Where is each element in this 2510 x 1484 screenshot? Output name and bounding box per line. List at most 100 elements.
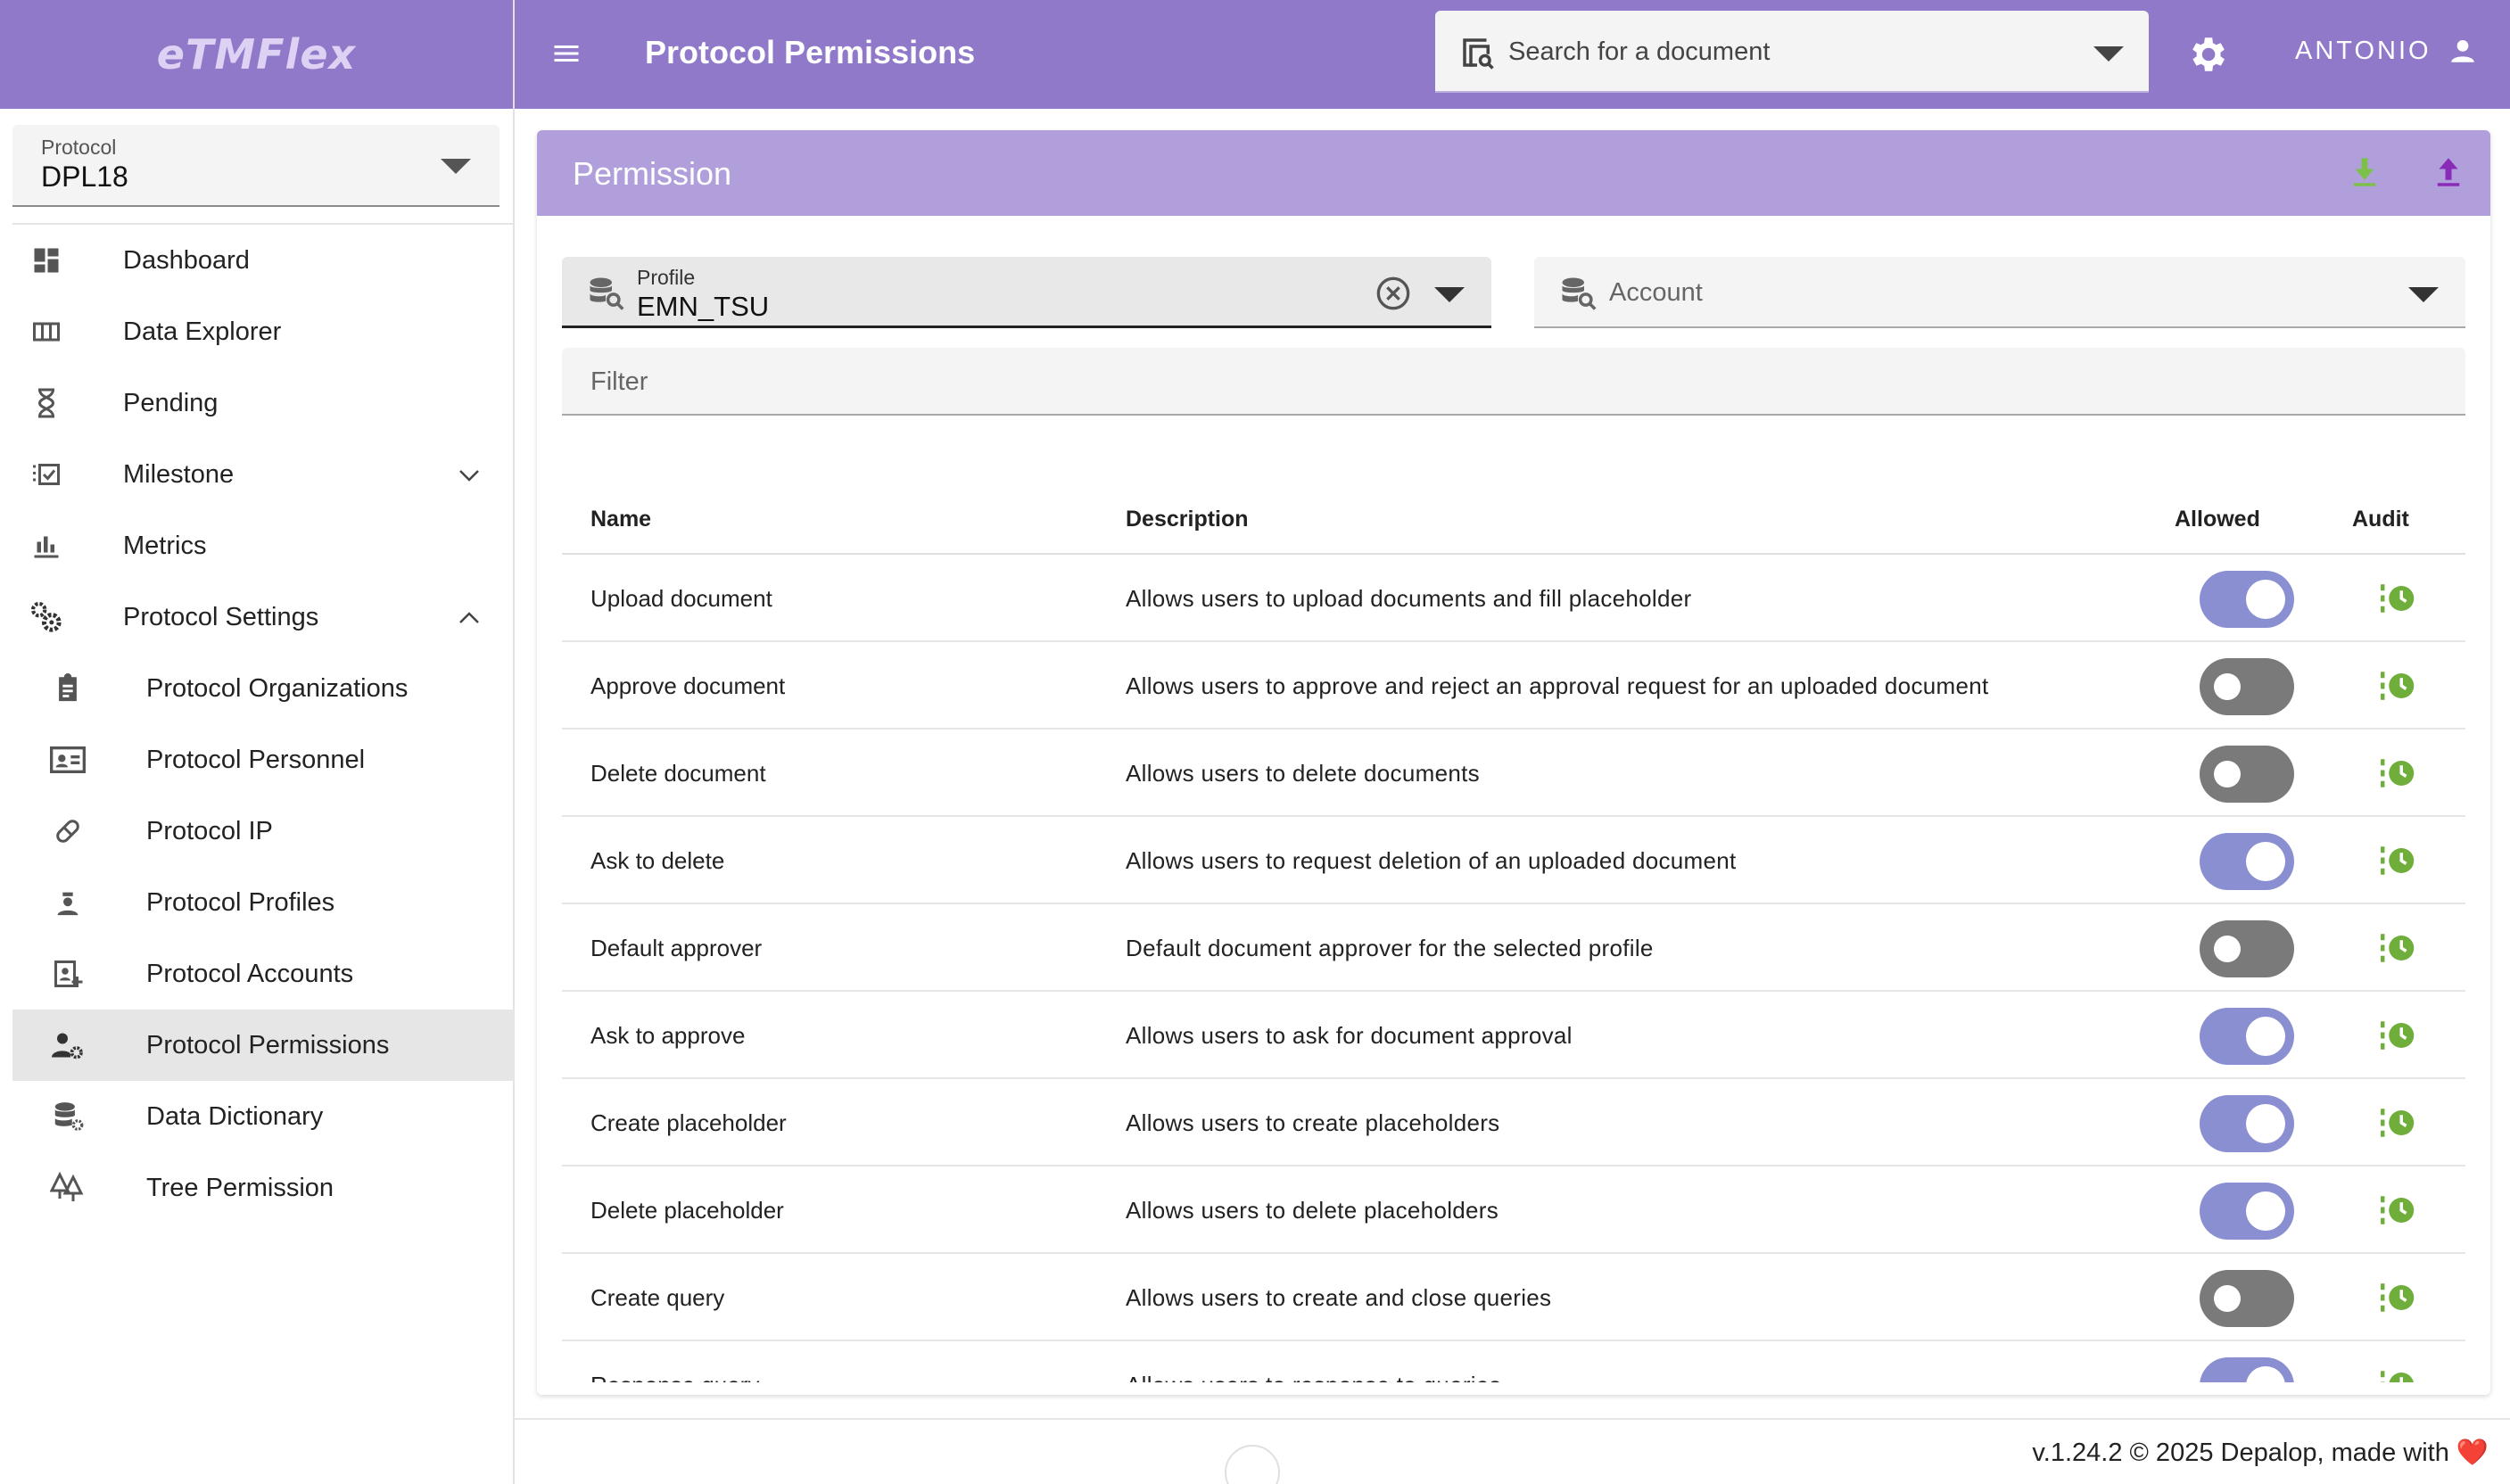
top-bar: Protocol Permissions Search for a docume… (515, 0, 2510, 109)
audit-history-icon[interactable] (2376, 667, 2417, 705)
sidebar-item-metrics[interactable]: Metrics (12, 510, 515, 581)
audit-history-icon[interactable] (2376, 754, 2417, 792)
sidebar-item-protocol-permissions[interactable]: Protocol Permissions (12, 1010, 515, 1081)
person-badge-icon (50, 885, 86, 920)
allowed-toggle[interactable] (2200, 658, 2294, 715)
sidebar-nav: Dashboard Data Explorer Pending Mileston… (12, 225, 515, 1224)
audit-history-icon[interactable] (2376, 1017, 2417, 1054)
caret-down-icon[interactable] (2093, 46, 2124, 62)
permission-name: Default approver (590, 935, 763, 961)
sidebar-item-label: Protocol Permissions (146, 1030, 390, 1059)
logo-bar: eTMFlex (0, 0, 513, 109)
toggle-knob (2214, 761, 2241, 787)
allowed-toggle[interactable] (2200, 1095, 2294, 1152)
dashboard-icon (29, 243, 64, 278)
sidebar-item-label: Protocol IP (146, 816, 273, 845)
column-header-audit[interactable]: Audit (2352, 507, 2409, 532)
allowed-toggle[interactable] (2200, 1270, 2294, 1327)
toggle-knob (2246, 842, 2285, 881)
page-title: Protocol Permissions (645, 34, 976, 70)
caret-down-icon[interactable] (2408, 287, 2439, 302)
sidebar-item-pending[interactable]: Pending (12, 367, 515, 439)
sidebar-item-protocol-ip[interactable]: Protocol IP (12, 796, 515, 867)
footer: v.1.24.2 © 2025 Depalop, made with ❤️ (515, 1418, 2510, 1484)
audit-history-icon[interactable] (2376, 929, 2417, 967)
sidebar-item-protocol-personnel[interactable]: Protocol Personnel (12, 724, 515, 796)
audit-history-icon[interactable] (2376, 1366, 2417, 1382)
permission-name: Ask to approve (590, 1022, 746, 1049)
sidebar: eTMFlex Protocol DPL18 Dashboard Data Ex… (0, 0, 515, 1484)
column-header-description[interactable]: Description (1126, 507, 1249, 532)
table-row: Approve document Allows users to approve … (562, 642, 2465, 730)
menu-icon[interactable] (550, 37, 582, 70)
audit-history-icon[interactable] (2376, 1279, 2417, 1316)
document-search[interactable]: Search for a document (1435, 11, 2149, 93)
sidebar-item-label: Dashboard (123, 245, 250, 275)
permission-description: Allows users to request deletion of an u… (1126, 847, 1737, 874)
allowed-toggle[interactable] (2200, 1183, 2294, 1240)
sidebar-item-label: Milestone (123, 459, 235, 489)
allowed-toggle[interactable] (2200, 1357, 2294, 1382)
download-icon[interactable] (2346, 153, 2383, 191)
id-card-icon (50, 742, 86, 778)
audit-history-icon[interactable] (2376, 1104, 2417, 1142)
permission-name: Ask to delete (590, 847, 725, 874)
permission-description: Allows users to approve and reject an ap… (1126, 672, 1989, 699)
profile-label: Profile (637, 266, 696, 289)
sidebar-item-protocol-organizations[interactable]: Protocol Organizations (12, 653, 515, 724)
profile-select[interactable]: Profile EMN_TSU (562, 257, 1491, 328)
upload-icon[interactable] (2430, 153, 2467, 191)
pill-icon (50, 813, 86, 849)
footer-logo (1225, 1445, 1280, 1484)
account-select[interactable]: Account (1534, 257, 2465, 328)
allowed-toggle[interactable] (2200, 1008, 2294, 1065)
table-row: Ask to delete Allows users to request del… (562, 817, 2465, 904)
column-header-name[interactable]: Name (590, 507, 651, 532)
permission-description: Allows users to ask for document approva… (1126, 1022, 1573, 1049)
column-header-allowed[interactable]: Allowed (2175, 507, 2260, 532)
checklist-icon (29, 457, 64, 492)
audit-history-icon[interactable] (2376, 1191, 2417, 1229)
card-header: Permission (537, 130, 2490, 216)
clear-icon[interactable] (1375, 276, 1411, 311)
permission-name: Delete document (590, 760, 766, 787)
toggle-knob (2246, 1366, 2285, 1382)
table-body: Upload document Allows users to upload do… (562, 555, 2465, 1382)
filter-input[interactable]: Filter (562, 348, 2465, 416)
filter-placeholder: Filter (590, 367, 648, 396)
sidebar-item-protocol-settings[interactable]: Protocol Settings (12, 581, 515, 653)
footer-text: v.1.24.2 © 2025 Depalop, made with ❤️ (2032, 1439, 2489, 1467)
chevron-down-icon[interactable] (456, 462, 483, 489)
sidebar-item-data-dictionary[interactable]: Data Dictionary (12, 1081, 515, 1152)
caret-down-icon (441, 159, 471, 174)
sidebar-item-tree-permission[interactable]: Tree Permission (12, 1152, 515, 1224)
protocol-select[interactable]: Protocol DPL18 (12, 125, 500, 207)
permission-description: Allows users to upload documents and fil… (1126, 585, 1692, 612)
audit-history-icon[interactable] (2376, 580, 2417, 617)
user-menu[interactable]: ANTONIO (2295, 36, 2478, 66)
chevron-up-icon[interactable] (456, 605, 483, 631)
app-logo[interactable]: eTMFlex (157, 30, 356, 78)
allowed-toggle[interactable] (2200, 833, 2294, 890)
permission-name: Approve document (590, 672, 786, 699)
sidebar-item-protocol-profiles[interactable]: Protocol Profiles (12, 867, 515, 938)
allowed-toggle[interactable] (2200, 746, 2294, 803)
permission-description: Allows users to delete placeholders (1126, 1197, 1499, 1224)
toggle-knob (2246, 1191, 2285, 1231)
toggle-knob (2246, 1104, 2285, 1143)
toggle-knob (2246, 1017, 2285, 1056)
permission-name: Upload document (590, 585, 772, 612)
gear-icon[interactable] (2184, 32, 2229, 77)
allowed-toggle[interactable] (2200, 920, 2294, 977)
allowed-toggle[interactable] (2200, 571, 2294, 628)
sidebar-item-dashboard[interactable]: Dashboard (12, 225, 515, 296)
sidebar-item-data-explorer[interactable]: Data Explorer (12, 296, 515, 367)
sidebar-item-label: Pending (123, 388, 219, 417)
table-row: Ask to approve Allows users to ask for do… (562, 992, 2465, 1079)
database-search-icon (590, 277, 624, 310)
audit-history-icon[interactable] (2376, 842, 2417, 879)
sidebar-item-milestone[interactable]: Milestone (12, 439, 515, 510)
caret-down-icon[interactable] (1434, 287, 1465, 302)
bar-chart-icon (29, 528, 64, 564)
sidebar-item-protocol-accounts[interactable]: Protocol Accounts (12, 938, 515, 1010)
